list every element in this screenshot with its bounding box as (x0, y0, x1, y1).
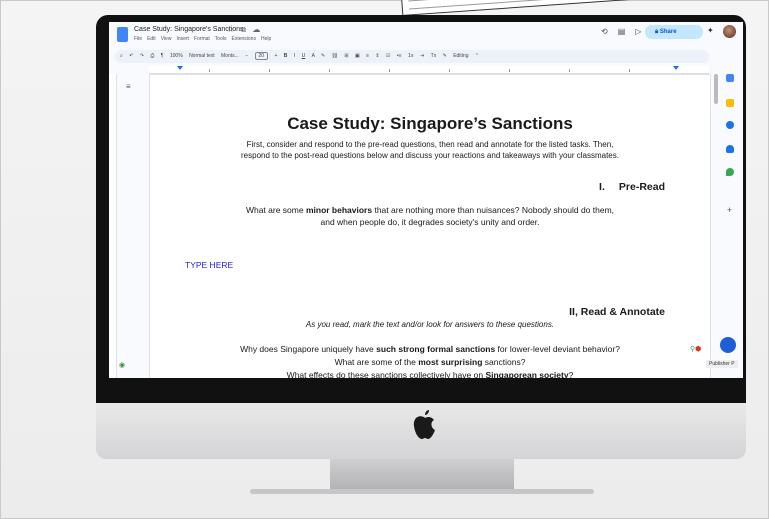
editing-mode-icon[interactable]: ✎ (443, 53, 447, 59)
font-size-decrease[interactable]: − (245, 53, 248, 59)
pre-read-line-2: and when people do, it degrades society'… (320, 217, 540, 227)
underline-icon[interactable]: U (302, 53, 306, 59)
explore-icon[interactable]: ◉ (119, 361, 125, 369)
map-pin-icon[interactable]: ⚲⬢ (690, 345, 701, 353)
menu-help[interactable]: Help (261, 36, 271, 42)
print-icon[interactable]: ⎙ (150, 53, 154, 59)
annotate-question-3: What effects do these sanctions collecti… (286, 370, 574, 378)
horizontal-ruler[interactable] (149, 66, 709, 74)
annotate-questions: Why does Singapore uniquely have such st… (150, 343, 710, 378)
font-select[interactable]: Monts... (221, 53, 239, 59)
ruler-left-indent-marker[interactable] (177, 66, 183, 70)
font-size-increase[interactable]: + (274, 53, 277, 59)
add-addon-icon[interactable]: + (727, 205, 732, 215)
comments-icon[interactable]: ▤ (618, 27, 626, 36)
highlight-icon[interactable]: ✎ (321, 53, 325, 59)
formatting-toolbar: ⌕ ↶ ↷ ⎙ ¶ 100% Normal text Monts... − 20… (115, 50, 709, 63)
menu-extensions[interactable]: Extensions (231, 36, 255, 42)
section-1-number: I. (599, 181, 605, 193)
header-actions: ⟲ ▤ ▷ (601, 27, 651, 36)
intro-line-1: First, consider and respond to the pre-r… (246, 140, 614, 149)
intro-text: First, consider and respond to the pre-r… (150, 139, 710, 161)
paint-format-icon[interactable]: ¶ (161, 53, 164, 59)
pre-read-question: What are some minor behaviors that are n… (150, 204, 710, 228)
star-icon[interactable]: ☆ ⧉ ☁ (227, 25, 262, 35)
style-select[interactable]: Normal text (189, 53, 215, 59)
checklist-icon[interactable]: ☑ (386, 53, 390, 59)
redo-icon[interactable]: ↷ (140, 53, 144, 59)
gemini-sparkle-icon[interactable]: ✦ (707, 26, 714, 35)
bold-icon[interactable]: B (284, 53, 288, 59)
monitor-stand (330, 459, 514, 489)
side-panel: + (721, 47, 743, 377)
vertical-ruler[interactable] (109, 74, 117, 378)
share-label: Share (659, 29, 677, 35)
share-button[interactable]: 🔒︎ Share (645, 25, 703, 39)
indent-icon[interactable]: ⇥ (420, 53, 424, 59)
menu-file[interactable]: File (134, 36, 142, 42)
bullet-list-icon[interactable]: •≡ (397, 53, 402, 59)
section-1-heading: I. Pre-Read (599, 181, 665, 193)
line-spacing-icon[interactable]: ⇕ (375, 53, 379, 59)
intro-line-2: respond to the post-read questions below… (241, 151, 619, 160)
align-icon[interactable]: ≡ (366, 53, 369, 59)
font-size-input[interactable]: 20 (254, 52, 269, 60)
tasks-icon[interactable] (726, 121, 734, 129)
type-here-placeholder[interactable]: TYPE HERE (185, 260, 233, 270)
menu-edit[interactable]: Edit (147, 36, 156, 42)
insert-image-icon[interactable]: ▣ (355, 53, 360, 59)
chevron-down-icon[interactable]: ⌃ (475, 53, 479, 59)
section-1-title: Pre-Read (618, 181, 665, 193)
doc-heading: Case Study: Singapore’s Sanctions (287, 114, 573, 133)
zoom-select[interactable]: 100% (170, 53, 183, 59)
docs-logo-icon[interactable] (117, 27, 128, 42)
pre-read-line-1: What are some minor behaviors that are n… (245, 205, 615, 215)
document-outline-icon[interactable]: ≡ (126, 82, 131, 91)
meet-icon[interactable]: ▷ (635, 27, 641, 36)
menu-bar: File Edit View Insert Format Tools Extensions H… (134, 36, 276, 42)
maps-icon[interactable] (726, 168, 734, 176)
menu-format[interactable]: Format (194, 36, 210, 42)
avatar[interactable] (723, 25, 736, 38)
scrollbar[interactable] (714, 74, 718, 104)
section-2-heading: II, Read & Annotate (569, 306, 665, 318)
section-2-instruction: As you read, mark the text and/or look f… (305, 320, 555, 329)
stand-base (250, 489, 594, 494)
calendar-icon[interactable] (726, 74, 734, 82)
menu-view[interactable]: View (161, 36, 172, 42)
ruler-right-indent-marker[interactable] (673, 66, 679, 70)
undo-icon[interactable]: ↶ (129, 53, 133, 59)
search-icon[interactable]: ⌕ (120, 53, 123, 59)
keep-icon[interactable] (726, 99, 734, 107)
document-page[interactable]: Case Study: Singapore’s Sanctions First,… (149, 74, 711, 378)
numbered-list-icon[interactable]: 1≡ (408, 53, 414, 59)
text-color-icon[interactable]: A (312, 53, 315, 59)
menu-tools[interactable]: Tools (215, 36, 227, 42)
screen: Case Study: Singapore's Sanctions ☆ ⧉ ☁ … (109, 22, 743, 378)
annotate-question-2: What are some of the most surprising san… (334, 357, 526, 367)
history-icon[interactable]: ⟲ (601, 27, 608, 36)
clear-format-icon[interactable]: Tx (431, 53, 437, 59)
menu-insert[interactable]: Insert (176, 36, 189, 42)
lock-icon: 🔒︎ (655, 29, 659, 35)
editing-mode-select[interactable]: Editing (453, 53, 468, 59)
apple-logo (413, 410, 435, 439)
publisher-button[interactable] (720, 337, 736, 353)
link-icon[interactable]: ⛓ (332, 53, 338, 59)
italic-icon[interactable]: I (294, 53, 295, 59)
insert-comment-icon[interactable]: ⊞ (344, 53, 348, 59)
annotate-question-1: Why does Singapore uniquely have such st… (240, 344, 620, 354)
docs-titlebar: Case Study: Singapore's Sanctions ☆ ⧉ ☁ … (109, 22, 743, 49)
publisher-label: Publisher P (706, 360, 738, 368)
contacts-icon[interactable] (726, 145, 734, 153)
